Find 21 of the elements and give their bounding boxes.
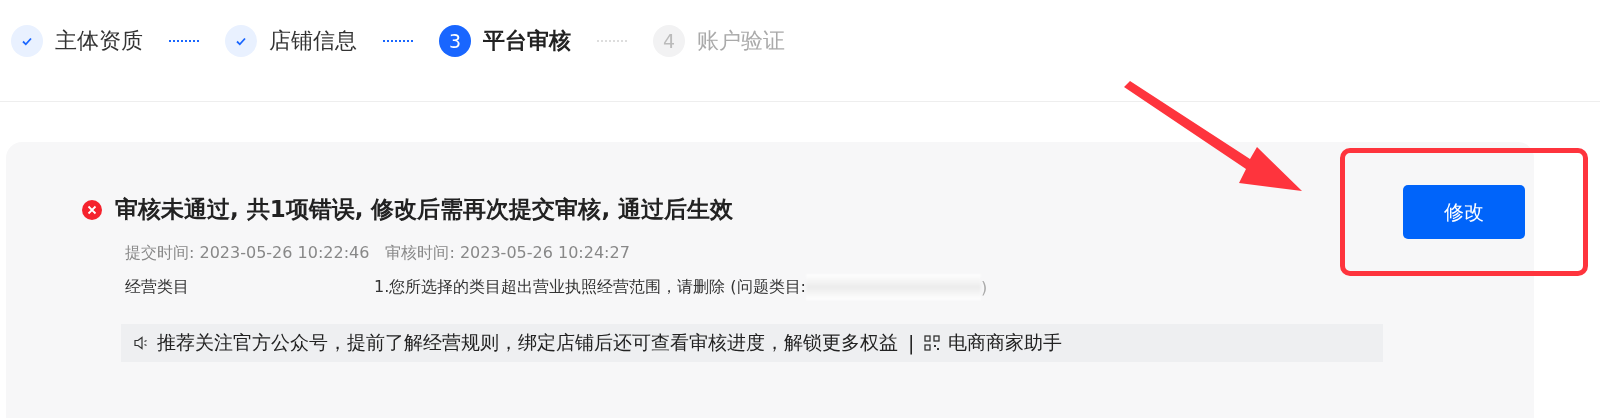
review-title: 审核未通过, 共1项错误, 修改后需再次提交审核, 通过后生效 <box>115 195 734 224</box>
edit-button[interactable]: 修改 <box>1403 185 1525 239</box>
qr-code-icon <box>924 335 941 351</box>
notice-text: 推荐关注官方公众号，提前了解经营规则，绑定店铺后还可查看审核进度，解锁更多权益 <box>157 330 898 355</box>
speaker-icon <box>133 335 149 351</box>
separator: | <box>908 332 915 354</box>
assistant-link[interactable]: 电商商家助手 <box>948 330 1063 356</box>
step-label: 账户验证 <box>697 27 785 55</box>
check-icon <box>11 25 43 57</box>
issue-detail-end: ) <box>981 277 988 297</box>
review-time: 提交时间: 2023-05-26 10:22:46 <box>125 243 370 264</box>
step-number: 4 <box>653 25 685 57</box>
step-label: 平台审核 <box>483 27 571 55</box>
check-icon <box>225 25 257 57</box>
step-number: 3 <box>439 25 471 57</box>
issue-detail: 1.您所选择的类目超出营业执照经营范围，请删除 (问题类目: <box>374 276 806 298</box>
error-icon <box>81 198 103 221</box>
review-time: 审核时间: 2023-05-26 10:24:27 <box>385 243 630 264</box>
step-label: 主体资质 <box>55 27 143 55</box>
step-label: 店铺信息 <box>269 27 357 55</box>
issue-label: 经营类目 <box>125 276 190 298</box>
